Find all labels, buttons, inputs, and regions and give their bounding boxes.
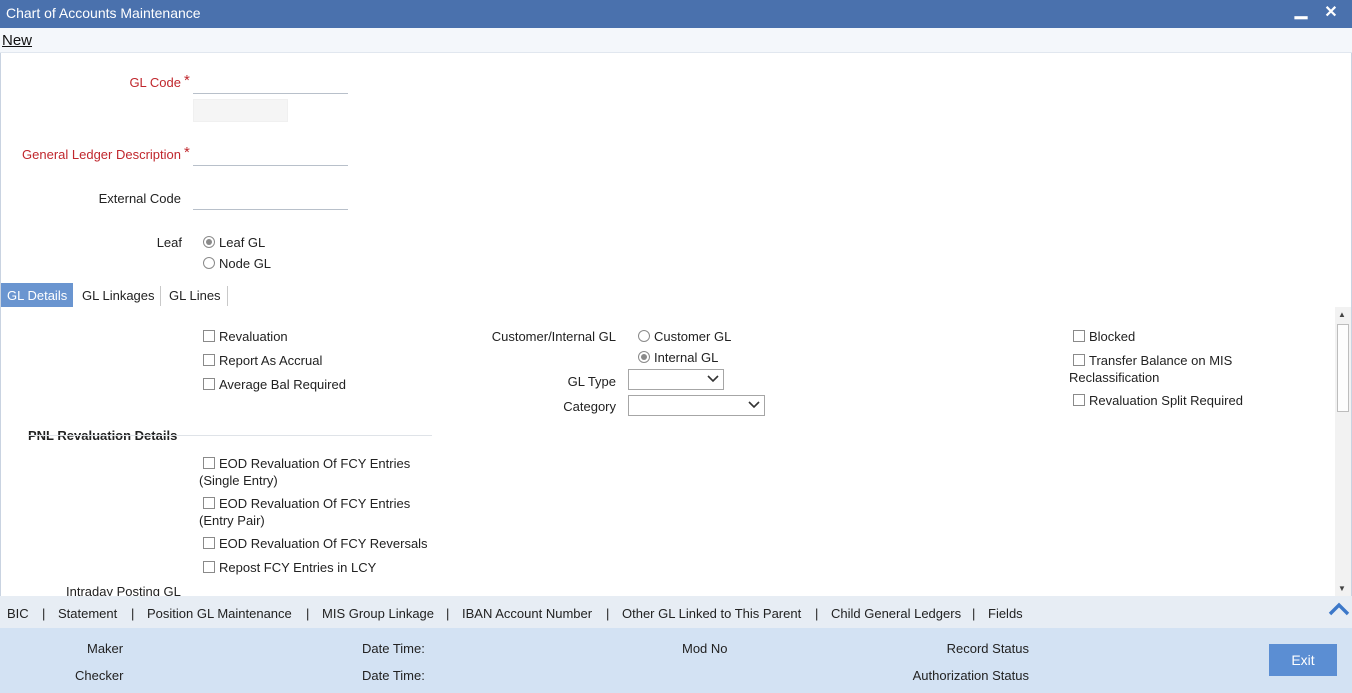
external-code-label: External Code — [98, 191, 181, 206]
link-fields[interactable]: Fields — [988, 606, 1023, 621]
close-icon[interactable]: ✕ — [1321, 2, 1341, 24]
scroll-thumb[interactable] — [1337, 324, 1349, 412]
gl-code-label: GL Code — [129, 75, 181, 90]
transfer-balance-checkbox[interactable] — [1073, 354, 1085, 366]
gl-description-label: General Ledger Description — [22, 147, 181, 162]
gl-description-input[interactable] — [193, 165, 348, 166]
mod-no-label: Mod No — [682, 641, 728, 656]
blocked-label: Blocked — [1089, 329, 1136, 344]
revaluation-label: Revaluation — [219, 329, 288, 344]
tab-divider — [227, 286, 228, 306]
chevron-up-icon[interactable] — [1328, 597, 1350, 623]
internal-gl-radio[interactable] — [638, 351, 650, 363]
report-as-accrual-label: Report As Accrual — [219, 353, 323, 368]
gl-code-input[interactable] — [193, 93, 348, 94]
minimize-icon[interactable]: ▁ — [1291, 0, 1311, 22]
average-bal-required-label: Average Bal Required — [219, 377, 346, 392]
blocked-checkbox[interactable] — [1073, 330, 1085, 342]
menu-bar: New — [0, 28, 1352, 53]
scroll-down-icon[interactable]: ▼ — [1338, 584, 1346, 593]
node-gl-radio[interactable] — [203, 257, 215, 269]
intraday-posting-gl-label: Intraday Posting GL — [66, 584, 181, 596]
eod-reval-pair-checkbox[interactable] — [203, 497, 215, 509]
gl-type-label: GL Type — [567, 374, 616, 389]
tab-bar: GL Details GL Linkages GL Lines — [0, 283, 1352, 307]
node-gl-label: Node GL — [219, 256, 272, 271]
internal-gl-label: Internal GL — [654, 350, 719, 365]
category-select[interactable] — [628, 395, 765, 416]
eod-reval-single-label: EOD Revaluation Of FCY Entries — [219, 456, 411, 471]
link-separator: | — [306, 606, 310, 621]
repost-fcy-label: Repost FCY Entries in LCY — [219, 560, 377, 575]
checker-label: Checker — [75, 668, 124, 683]
customer-gl-label: Customer GL — [654, 329, 732, 344]
category-label: Category — [563, 399, 616, 414]
external-code-input[interactable] — [193, 209, 348, 210]
report-as-accrual-checkbox[interactable] — [203, 354, 215, 366]
revaluation-split-checkbox[interactable] — [1073, 394, 1085, 406]
checker-date-time-label: Date Time: — [362, 668, 425, 683]
scroll-up-icon[interactable]: ▲ — [1338, 310, 1346, 319]
new-link[interactable]: New — [2, 32, 32, 49]
link-bar: BIC | Statement | Position GL Maintenanc… — [0, 596, 1352, 628]
chevron-down-icon — [748, 398, 760, 413]
maker-date-time-label: Date Time: — [362, 641, 425, 656]
gl-type-select[interactable] — [628, 369, 724, 390]
chevron-down-icon — [707, 372, 719, 387]
transfer-balance-label: Transfer Balance on MIS — [1089, 353, 1233, 368]
eod-reval-single-checkbox[interactable] — [203, 457, 215, 469]
eod-reval-reversals-checkbox[interactable] — [203, 537, 215, 549]
tab-gl-lines[interactable]: GL Lines — [163, 283, 227, 307]
section-divider — [28, 435, 432, 436]
link-iban-account-number[interactable]: IBAN Account Number — [462, 606, 592, 621]
eod-reval-pair-label-cont: (Entry Pair) — [199, 513, 265, 528]
link-mis-group-linkage[interactable]: MIS Group Linkage — [322, 606, 434, 621]
required-mark: * — [184, 72, 190, 89]
revaluation-checkbox[interactable] — [203, 330, 215, 342]
link-position-gl-maintenance[interactable]: Position GL Maintenance — [147, 606, 292, 621]
link-separator: | — [42, 606, 46, 621]
record-status-label: Record Status — [946, 641, 1029, 656]
leaf-gl-radio[interactable] — [203, 236, 215, 248]
eod-reval-reversals-label: EOD Revaluation Of FCY Reversals — [219, 536, 428, 551]
eod-reval-pair-label: EOD Revaluation Of FCY Entries — [219, 496, 411, 511]
repost-fcy-checkbox[interactable] — [203, 561, 215, 573]
required-mark: * — [184, 144, 190, 161]
average-bal-required-checkbox[interactable] — [203, 378, 215, 390]
revaluation-split-label: Revaluation Split Required — [1089, 393, 1243, 408]
link-separator: | — [446, 606, 450, 621]
customer-gl-radio[interactable] — [638, 330, 650, 342]
tab-gl-details[interactable]: GL Details — [1, 283, 74, 307]
customer-internal-gl-label: Customer/Internal GL — [491, 329, 616, 344]
link-separator: | — [606, 606, 610, 621]
leaf-gl-label: Leaf GL — [219, 235, 266, 250]
link-other-gl-linked[interactable]: Other GL Linked to This Parent — [622, 606, 801, 621]
window-title: Chart of Accounts Maintenance — [6, 5, 201, 21]
authorization-status-label: Authorization Status — [912, 668, 1029, 683]
tab-divider — [160, 286, 161, 306]
link-separator: | — [815, 606, 819, 621]
gl-code-readonly-field — [193, 99, 288, 122]
link-bic[interactable]: BIC — [7, 606, 29, 621]
link-separator: | — [131, 606, 135, 621]
link-child-general-ledgers[interactable]: Child General Ledgers — [831, 606, 961, 621]
maker-label: Maker — [87, 641, 124, 656]
transfer-balance-label-cont: Reclassification — [1069, 370, 1160, 385]
exit-button[interactable]: Exit — [1269, 644, 1337, 676]
tab-gl-linkages[interactable]: GL Linkages — [76, 283, 161, 307]
leaf-label: Leaf — [156, 235, 182, 250]
vertical-scrollbar[interactable]: ▲ ▼ — [1335, 307, 1351, 596]
eod-reval-single-label-cont: (Single Entry) — [199, 473, 278, 488]
audit-bar: Maker Checker Date Time: Date Time: Mod … — [0, 628, 1352, 693]
link-statement[interactable]: Statement — [58, 606, 117, 621]
link-separator: | — [972, 606, 976, 621]
title-bar: Chart of Accounts Maintenance ▁ ✕ — [0, 0, 1352, 28]
